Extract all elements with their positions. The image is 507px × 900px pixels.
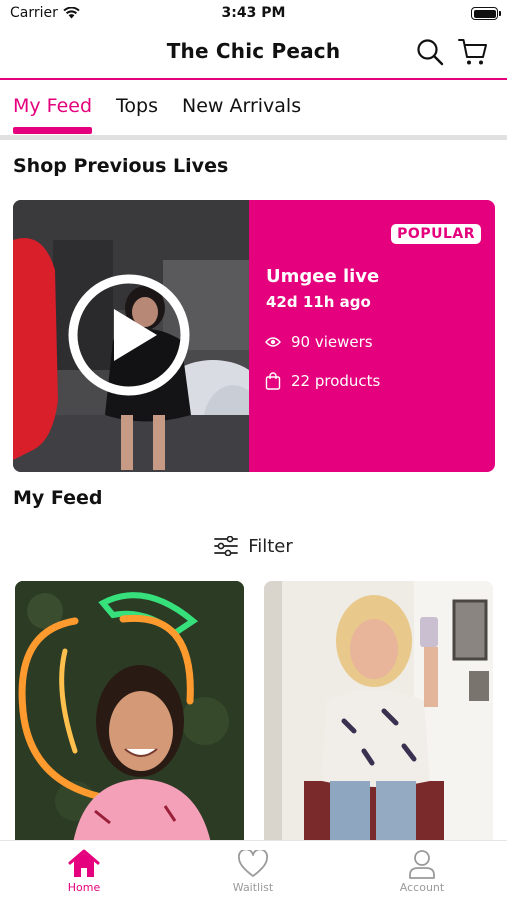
previous-live-card[interactable]: POPULAR Umgee live 42d 11h ago 90 viewer… bbox=[13, 200, 495, 472]
my-feed-title: My Feed bbox=[13, 487, 103, 509]
nav-waitlist[interactable]: Waitlist bbox=[203, 847, 303, 894]
live-video-thumbnail[interactable] bbox=[13, 200, 249, 472]
live-name: Umgee live bbox=[266, 266, 380, 287]
nav-home-label: Home bbox=[67, 881, 101, 894]
nav-account-label: Account bbox=[399, 881, 445, 894]
feed-item-image bbox=[264, 581, 493, 843]
home-icon bbox=[68, 849, 100, 877]
feed-item-image bbox=[15, 581, 244, 843]
filter-button[interactable]: Filter bbox=[0, 532, 507, 560]
live-info-panel: POPULAR Umgee live 42d 11h ago 90 viewer… bbox=[249, 200, 495, 472]
clock: 3:43 PM bbox=[221, 5, 286, 21]
cart-button[interactable] bbox=[457, 36, 489, 68]
bottom-navigation: Home Waitlist Account bbox=[0, 840, 507, 900]
live-products: 22 products bbox=[265, 372, 380, 390]
popular-badge: POPULAR bbox=[391, 224, 481, 244]
previous-lives-title: Shop Previous Lives bbox=[13, 155, 229, 177]
search-button[interactable] bbox=[414, 36, 446, 68]
nav-waitlist-label: Waitlist bbox=[232, 881, 274, 894]
feed-item[interactable] bbox=[15, 581, 244, 843]
play-icon[interactable] bbox=[67, 273, 191, 397]
nav-account[interactable]: Account bbox=[372, 847, 472, 894]
active-tab-indicator bbox=[13, 127, 92, 134]
status-bar: Carrier 3:43 PM bbox=[0, 0, 507, 28]
tab-tops[interactable]: Tops bbox=[116, 95, 158, 117]
nav-home[interactable]: Home bbox=[34, 847, 134, 894]
cart-icon bbox=[458, 39, 487, 65]
tab-bar: My Feed Tops New Arrivals bbox=[0, 80, 507, 136]
tab-new-arrivals[interactable]: New Arrivals bbox=[182, 95, 301, 117]
app-header: The Chic Peach bbox=[0, 28, 507, 78]
battery-icon bbox=[471, 7, 501, 20]
tabs-divider bbox=[0, 135, 507, 140]
feed-item[interactable] bbox=[264, 581, 493, 843]
viewers-count: 90 viewers bbox=[291, 333, 373, 351]
products-count: 22 products bbox=[291, 372, 381, 390]
live-viewers: 90 viewers bbox=[265, 333, 373, 351]
search-icon bbox=[417, 39, 444, 66]
heart-icon bbox=[238, 850, 268, 877]
filter-sliders-icon bbox=[214, 536, 239, 556]
bag-icon bbox=[265, 372, 281, 390]
tab-my-feed[interactable]: My Feed bbox=[13, 95, 92, 117]
account-icon bbox=[409, 850, 435, 879]
live-time-ago: 42d 11h ago bbox=[266, 293, 371, 311]
eye-icon bbox=[265, 337, 281, 347]
filter-label: Filter bbox=[248, 535, 293, 557]
